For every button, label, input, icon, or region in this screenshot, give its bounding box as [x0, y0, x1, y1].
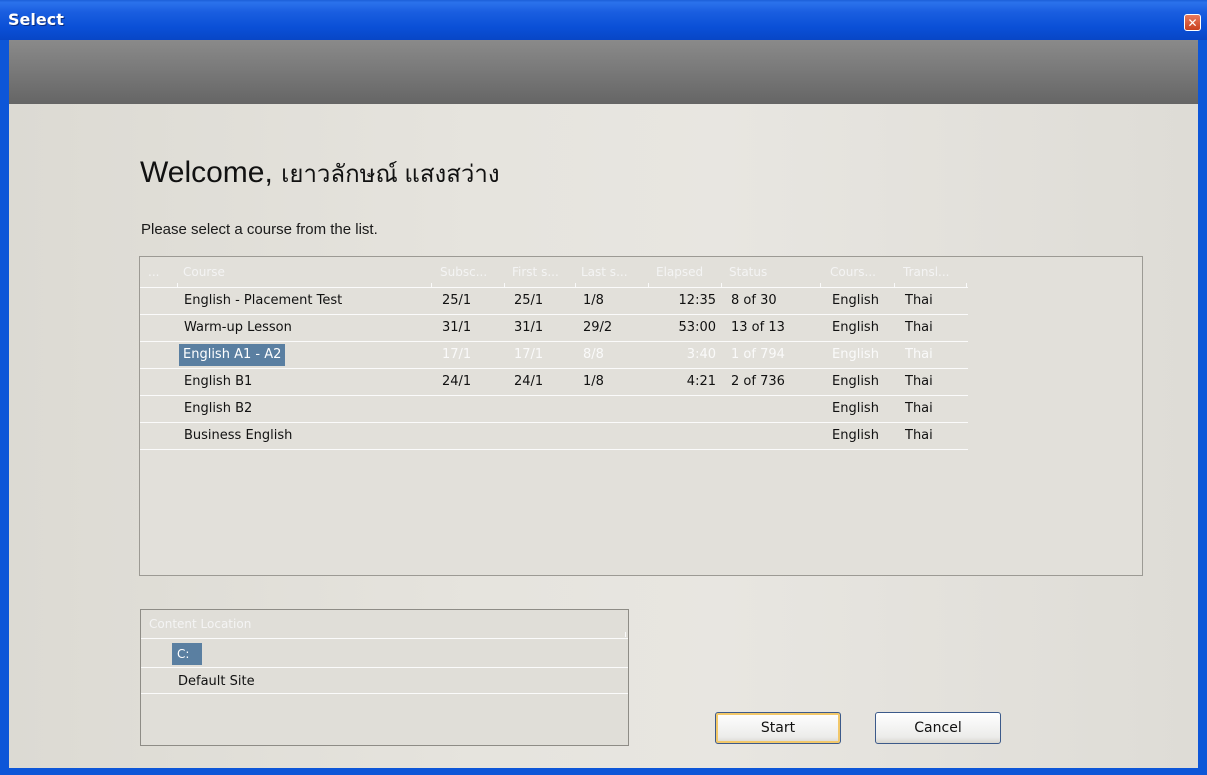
elapsed-time: 3:40	[686, 347, 716, 362]
course-language: English	[832, 374, 879, 389]
first-session-date: 24/1	[514, 374, 544, 389]
content-location-header: Content Location	[149, 617, 252, 631]
subscribed-date: 25/1	[442, 293, 472, 308]
close-icon[interactable]: ✕	[1184, 14, 1201, 31]
column-header-elapsed[interactable]: Elapsed	[656, 257, 722, 287]
column-header-course[interactable]: Course	[183, 257, 423, 287]
translation-language: Thai	[905, 374, 933, 389]
welcome-heading: Welcome, เยาวลักษณ์ แสงสว่าง	[140, 154, 500, 193]
course-language: English	[832, 401, 879, 416]
subscribed-date: 24/1	[442, 374, 472, 389]
subscribed-date: 17/1	[442, 347, 472, 362]
course-table[interactable]: ... Course Subsc... First s... Last s...…	[139, 256, 1143, 576]
translation-language: Thai	[905, 347, 933, 362]
user-name: เยาวลักษณ์ แสงสว่าง	[281, 161, 500, 188]
column-separator	[625, 632, 628, 637]
table-header: ... Course Subsc... First s... Last s...…	[140, 257, 1142, 287]
column-header-course-language[interactable]: Cours...	[830, 257, 890, 287]
table-row[interactable]: English B1 24/1 24/1 1/8 4:21 2 of 736 E…	[140, 369, 1142, 395]
row-divider	[141, 638, 628, 639]
course-language: English	[832, 293, 879, 308]
row-divider	[140, 449, 968, 450]
course-status: 1 of 794	[731, 347, 785, 362]
welcome-greeting: Welcome,	[140, 156, 273, 189]
translation-language: Thai	[905, 293, 933, 308]
course-language: English	[832, 428, 879, 443]
location-item-selected[interactable]: C:	[172, 643, 202, 665]
column-header-subscribed[interactable]: Subsc...	[440, 257, 506, 287]
first-session-date: 25/1	[514, 293, 544, 308]
course-name: Warm-up Lesson	[184, 320, 292, 335]
window-frame-bottom	[0, 768, 1207, 775]
table-row[interactable]: English B2 English Thai	[140, 396, 1142, 422]
course-name: English A1 - A2	[179, 344, 286, 366]
column-header-last-session[interactable]: Last s...	[581, 257, 647, 287]
content-location-list[interactable]: Content Location C: Default Site	[140, 609, 629, 746]
table-row[interactable]: Warm-up Lesson 31/1 31/1 29/2 53:00 13 o…	[140, 315, 1142, 341]
window-frame-right	[1198, 40, 1207, 775]
last-session-date: 8/8	[583, 347, 604, 362]
first-session-date: 31/1	[514, 320, 544, 335]
row-divider	[141, 667, 628, 668]
header-band	[9, 40, 1198, 104]
start-button[interactable]: Start	[715, 712, 841, 744]
row-divider	[141, 693, 628, 694]
elapsed-time: 4:21	[686, 374, 716, 389]
translation-language: Thai	[905, 320, 933, 335]
window-frame-left	[0, 40, 9, 775]
cancel-button[interactable]: Cancel	[875, 712, 1001, 744]
last-session-date: 1/8	[583, 374, 604, 389]
elapsed-time: 12:35	[678, 293, 716, 308]
course-name: English B2	[184, 401, 253, 416]
translation-language: Thai	[905, 428, 933, 443]
location-item[interactable]: Default Site	[178, 670, 255, 694]
window-title: Select	[8, 10, 64, 29]
title-bar: Select ✕	[0, 0, 1207, 40]
course-status: 8 of 30	[731, 293, 777, 308]
column-header-translation[interactable]: Transl...	[903, 257, 963, 287]
course-name: English - Placement Test	[184, 293, 343, 308]
column-header-index[interactable]: ...	[148, 257, 176, 287]
translation-language: Thai	[905, 401, 933, 416]
last-session-date: 29/2	[583, 320, 613, 335]
first-session-date: 17/1	[514, 347, 544, 362]
elapsed-time: 53:00	[678, 320, 716, 335]
last-session-date: 1/8	[583, 293, 604, 308]
table-row[interactable]: Business English English Thai	[140, 423, 1142, 449]
table-row-selected[interactable]: English A1 - A2 17/1 17/1 8/8 3:40 1 of …	[140, 342, 1142, 368]
select-course-prompt: Please select a course from the list.	[141, 221, 378, 238]
course-language: English	[832, 320, 879, 335]
course-status: 2 of 736	[731, 374, 785, 389]
column-header-first-session[interactable]: First s...	[512, 257, 578, 287]
column-header-status[interactable]: Status	[729, 257, 809, 287]
course-language: English	[832, 347, 879, 362]
course-name: English B1	[184, 374, 253, 389]
course-status: 13 of 13	[731, 320, 785, 335]
course-name: Business English	[184, 428, 293, 443]
table-row[interactable]: English - Placement Test 25/1 25/1 1/8 1…	[140, 288, 1142, 314]
subscribed-date: 31/1	[442, 320, 472, 335]
